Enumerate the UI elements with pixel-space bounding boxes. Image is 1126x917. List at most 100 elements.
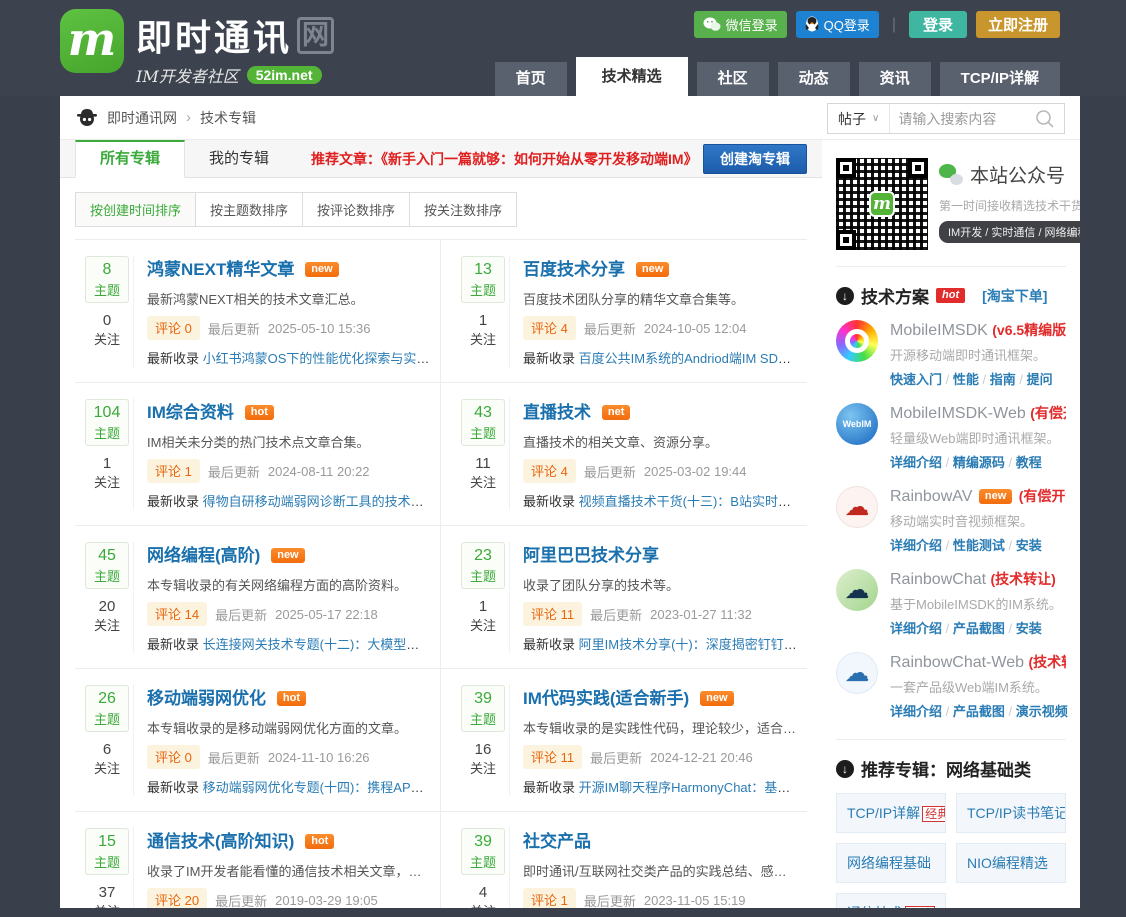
topic-label: 主题: [86, 852, 128, 871]
product-note: (技术转让): [1028, 654, 1066, 670]
qq-login-button[interactable]: QQ登录: [796, 11, 879, 38]
site-logo[interactable]: m 即时通讯 网 IM开发者社区 52im.net: [60, 9, 334, 87]
latest-article-link[interactable]: 长连接网关技术专题(十二)：大模型时代...: [203, 637, 432, 652]
taobao-order-link[interactable]: [淘宝下单]: [982, 286, 1047, 306]
product-name-link[interactable]: MobileIMSDK-Web: [890, 405, 1026, 422]
comment-count-badge[interactable]: 评论 0: [147, 316, 200, 340]
web-sphere-icon: WebIM: [836, 403, 878, 445]
album-title-link[interactable]: IM代码实践(适合新手): [523, 689, 689, 708]
product-link[interactable]: 详细介绍: [890, 455, 942, 470]
album-description: 收录了团队分享的技术等。: [523, 575, 799, 594]
album-title-link[interactable]: 社交产品: [523, 832, 591, 851]
album-title-link[interactable]: 移动端弱网优化: [147, 689, 266, 708]
comment-count-badge[interactable]: 评论 14: [147, 602, 207, 626]
rainbow-ring-icon: [836, 320, 878, 362]
nav-tab[interactable]: 首页: [495, 62, 567, 96]
album-stats: 26 主题 6 关注: [75, 684, 133, 796]
logo-m-icon: m: [60, 9, 124, 73]
product-link[interactable]: 详细介绍: [890, 538, 942, 553]
comment-count-badge[interactable]: 评论 4: [523, 459, 576, 483]
recommended-album-label: NIO编程精选: [967, 855, 1048, 871]
search-category-dropdown[interactable]: 帖子 ∨: [828, 104, 890, 133]
recommended-album-button[interactable]: 网络编程基础: [836, 843, 946, 883]
follow-label: 关注: [457, 758, 509, 777]
hot-badge: hot: [936, 288, 965, 303]
main-navigation: 首页 技术精选 社区 动态 资讯 TCP/IP详解: [495, 57, 1060, 96]
recommended-album-button[interactable]: NIO编程精选: [956, 843, 1066, 883]
latest-article-link[interactable]: 开源IM聊天程序HarmonyChat：基于鸿...: [579, 780, 799, 795]
wechat-login-button[interactable]: 微信登录: [694, 11, 787, 38]
recommended-album-button[interactable]: TCP/IP详解经典: [836, 793, 946, 833]
album-title-link[interactable]: 通信技术(高阶知识): [147, 832, 294, 851]
recommended-album-badge: 高阶: [905, 906, 935, 908]
comment-count-badge[interactable]: 评论 0: [147, 745, 200, 769]
topic-label: 主题: [462, 852, 504, 871]
product-link[interactable]: 性能测试: [953, 538, 1005, 553]
latest-article-link[interactable]: 得物自研移动端弱网诊断工具的技术实践...: [203, 494, 432, 509]
recommended-album-button[interactable]: 通信技术高阶: [836, 893, 946, 908]
latest-article-link[interactable]: 百度公共IM系统的Andriod端IM SDK组件...: [579, 351, 799, 366]
sort-option-button[interactable]: 按创建时间排序: [75, 192, 196, 227]
breadcrumb-site-link[interactable]: 即时通讯网: [107, 108, 177, 128]
product-name-link[interactable]: RainbowAV: [890, 488, 972, 505]
latest-article-link[interactable]: 小红书鸿蒙OS下的性能优化探索与实践(...: [203, 351, 432, 366]
product-link[interactable]: 产品截图: [953, 704, 1005, 719]
search-input[interactable]: [890, 111, 1026, 127]
last-update-label: 最后更新: [590, 605, 642, 624]
product-item: ☁ RainbowAV new (有偿开源) 移动端实时音视频框架。 详细介绍 …: [836, 486, 1066, 554]
login-button[interactable]: 登录: [909, 11, 967, 38]
topic-count: 45: [86, 547, 128, 565]
album-title-link[interactable]: 百度技术分享: [523, 260, 625, 279]
album-title-link[interactable]: 鸿蒙NEXT精华文章: [147, 260, 294, 279]
album-stats: 8 主题 0 关注: [75, 255, 133, 367]
album-title-link[interactable]: IM综合资料: [147, 403, 234, 422]
search-button[interactable]: [1026, 104, 1064, 133]
sort-option-button[interactable]: 按主题数排序: [195, 192, 303, 227]
nav-tab[interactable]: 技术精选: [576, 57, 688, 96]
album-card: 45 主题 20 关注 网络编程(高阶) new 本专辑收录的有关网络编程方面的…: [75, 526, 441, 669]
tab-all-albums[interactable]: 所有专辑: [75, 140, 185, 178]
latest-article-link[interactable]: 视频直播技术干货(十三)：B站实时视频...: [579, 494, 799, 509]
album-title-link[interactable]: 网络编程(高阶): [147, 546, 260, 565]
product-link[interactable]: 产品截图: [953, 621, 1005, 636]
nav-tab[interactable]: 社区: [697, 62, 769, 96]
product-link[interactable]: 提问: [1027, 372, 1053, 387]
album-title-link[interactable]: 直播技术: [523, 403, 591, 422]
recommended-article-link[interactable]: 推荐文章：《新手入门一篇就够：如何开始从零开发移动端IM》: [311, 140, 698, 177]
comment-count-badge[interactable]: 评论 11: [523, 745, 582, 769]
latest-article-link[interactable]: 移动端弱网优化专题(十四)：携程APP移...: [203, 780, 432, 795]
comment-count-badge[interactable]: 评论 1: [147, 459, 200, 483]
nav-tab[interactable]: 资讯: [859, 62, 931, 96]
sort-option-button[interactable]: 按评论数排序: [302, 192, 410, 227]
product-name-link[interactable]: RainbowChat: [890, 571, 986, 588]
recommended-album-button[interactable]: TCP/IP读书笔记: [956, 793, 1066, 833]
topic-label: 主题: [86, 566, 128, 585]
tab-my-albums[interactable]: 我的专辑: [185, 140, 293, 177]
album-title-link[interactable]: 阿里巴巴技术分享: [523, 546, 659, 565]
product-link[interactable]: 详细介绍: [890, 704, 942, 719]
album-badge: new: [271, 548, 304, 563]
product-link[interactable]: 指南: [990, 372, 1016, 387]
product-link[interactable]: 安装: [1016, 538, 1042, 553]
topic-label: 主题: [462, 709, 504, 728]
comment-count-badge[interactable]: 评论 20: [147, 888, 207, 908]
create-album-button[interactable]: 创建淘专辑: [703, 144, 807, 174]
product-name-link[interactable]: RainbowChat-Web: [890, 654, 1024, 671]
register-button[interactable]: 立即注册: [976, 11, 1060, 38]
product-link[interactable]: 安装: [1016, 621, 1042, 636]
comment-count-badge[interactable]: 评论 1: [523, 888, 576, 908]
sort-option-button[interactable]: 按关注数排序: [409, 192, 517, 227]
product-link[interactable]: 性能: [953, 372, 979, 387]
latest-article-link[interactable]: 阿里IM技术分享(十)：深度揭密钉钉后端...: [579, 637, 799, 652]
product-link[interactable]: 详细介绍: [890, 621, 942, 636]
nav-tab[interactable]: TCP/IP详解: [940, 62, 1060, 96]
nav-tab[interactable]: 动态: [778, 62, 850, 96]
product-name-link[interactable]: MobileIMSDK: [890, 322, 988, 339]
comment-count-badge[interactable]: 评论 11: [523, 602, 582, 626]
product-link[interactable]: 教程: [1016, 455, 1042, 470]
product-link[interactable]: 快速入门: [890, 372, 942, 387]
product-new-badge: new: [979, 489, 1012, 504]
product-link[interactable]: 精编源码: [953, 455, 1005, 470]
comment-count-badge[interactable]: 评论 4: [523, 316, 576, 340]
product-link[interactable]: 演示视频: [1016, 704, 1068, 719]
